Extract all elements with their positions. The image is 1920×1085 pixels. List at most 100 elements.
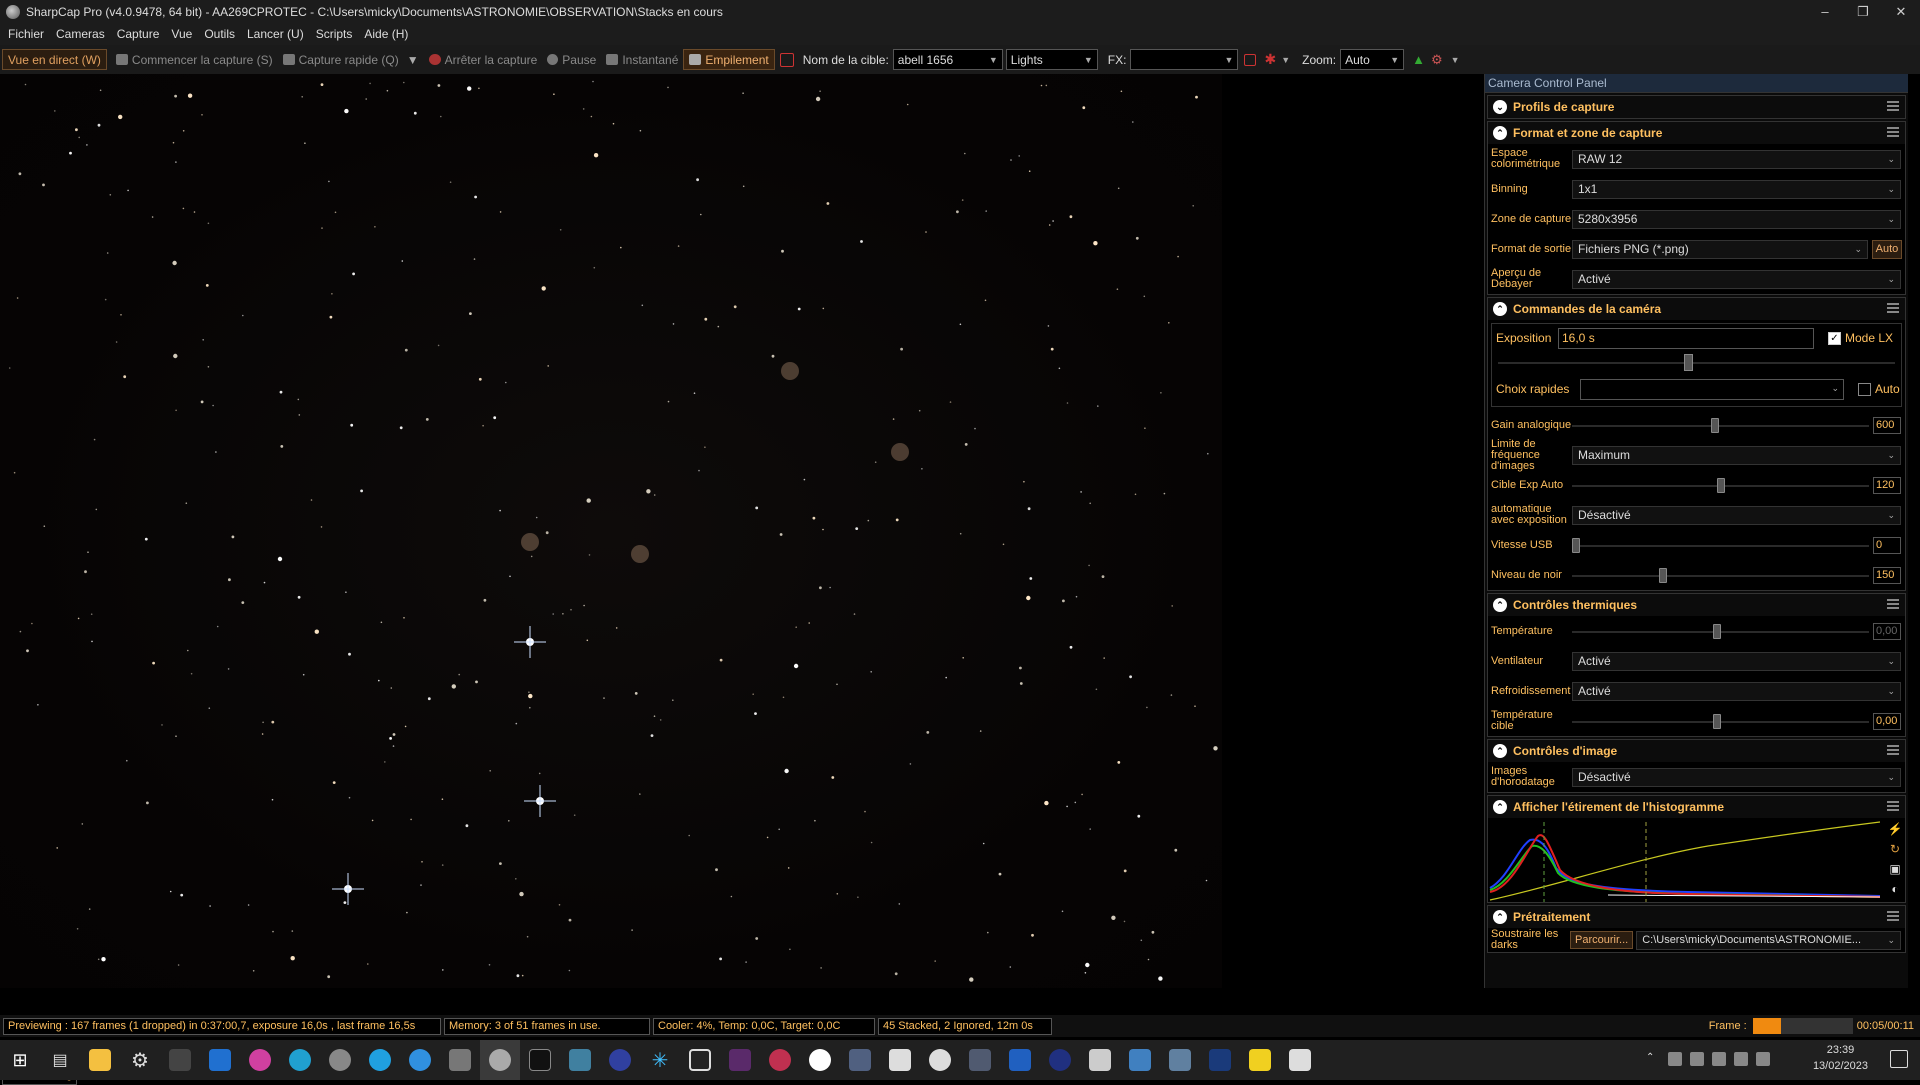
taskbar-app-edge[interactable] — [280, 1040, 320, 1080]
auto-with-exposure-select[interactable]: Désactivé ⌄ — [1572, 505, 1901, 525]
menu-vue[interactable]: Vue — [165, 27, 198, 41]
menu-fichier[interactable]: Fichier — [2, 27, 50, 41]
clock[interactable]: 23:39 13/02/2023 — [1813, 1042, 1868, 1074]
save-icon[interactable]: ▣ — [1887, 862, 1903, 878]
browse-darks-button[interactable]: Parcourir... — [1570, 931, 1634, 949]
menu-icon[interactable] — [1887, 127, 1899, 137]
dark-path-select[interactable]: C:\Users\micky\Documents\ASTRONOMIE... ⌄ — [1636, 930, 1901, 950]
taskbar-app-f[interactable] — [880, 1040, 920, 1080]
lx-mode-checkbox[interactable]: ✓ — [1828, 331, 1841, 345]
start-capture-button[interactable]: Commencer la capture (S) — [111, 49, 278, 70]
gain-slider-thumb[interactable] — [1711, 417, 1719, 433]
black-level-slider[interactable] — [1572, 566, 1869, 585]
taskbar-app-telegram[interactable] — [400, 1040, 440, 1080]
close-icon[interactable]: ✕ — [1882, 0, 1920, 23]
menu-icon[interactable] — [1887, 303, 1899, 313]
taskbar-app-star[interactable]: ✳ — [640, 1040, 680, 1080]
notification-icon[interactable] — [1890, 1050, 1908, 1068]
taskbar-app-person[interactable] — [1120, 1040, 1160, 1080]
exposure-slider[interactable] — [1498, 350, 1895, 376]
target-temperature-slider[interactable] — [1572, 712, 1869, 731]
pause-button[interactable]: Pause — [542, 49, 601, 70]
start-button[interactable]: ⊞ — [0, 1040, 40, 1080]
snapshot-button[interactable]: Instantané — [601, 49, 683, 70]
task-view-button[interactable]: ▤ — [40, 1040, 80, 1080]
gain-value[interactable]: 600 — [1873, 416, 1901, 434]
target-temperature-value[interactable]: 0,00 — [1873, 712, 1901, 730]
output-auto-button[interactable]: Auto — [1872, 239, 1902, 259]
menu-outils[interactable]: Outils — [198, 27, 241, 41]
color-space-select[interactable]: RAW 12 ⌄ — [1572, 149, 1901, 169]
debayer-select[interactable]: Activé ⌄ — [1572, 269, 1901, 289]
taskbar-app-star2[interactable] — [960, 1040, 1000, 1080]
section-header[interactable]: ⌃ Format et zone de capture — [1488, 122, 1905, 144]
menu-lancer[interactable]: Lancer (U) — [241, 27, 310, 41]
contrast-icon[interactable]: ◐ — [1887, 882, 1903, 898]
taskbar-app-stellarium[interactable] — [600, 1040, 640, 1080]
taskbar-app-calc[interactable] — [1280, 1040, 1320, 1080]
menu-icon[interactable] — [1887, 801, 1899, 811]
crosshair-icon[interactable]: ✱ — [1264, 51, 1276, 68]
zoom-combo[interactable]: Auto ▼ — [1340, 49, 1405, 70]
chevron-down-icon[interactable]: ▼ — [1451, 55, 1460, 65]
taskbar-app-scope[interactable] — [440, 1040, 480, 1080]
timestamp-select[interactable]: Désactivé ⌄ — [1572, 767, 1901, 787]
taskbar-app-notes[interactable] — [1240, 1040, 1280, 1080]
minimize-icon[interactable]: – — [1806, 0, 1844, 23]
reticle-icon[interactable] — [1244, 53, 1257, 66]
quick-choice-select[interactable]: ⌄ — [1580, 378, 1844, 400]
taskbar-app-planet[interactable] — [320, 1040, 360, 1080]
taskbar-app-dot[interactable] — [1080, 1040, 1120, 1080]
taskbar-app-asi[interactable] — [520, 1040, 560, 1080]
quick-choice-auto-checkbox[interactable] — [1858, 382, 1871, 396]
taskbar-app-mount[interactable] — [840, 1040, 880, 1080]
taskbar-app-explorer[interactable] — [80, 1040, 120, 1080]
black-level-value[interactable]: 150 — [1873, 566, 1901, 584]
usb-speed-slider[interactable] — [1572, 536, 1869, 555]
network-icon[interactable] — [1734, 1052, 1748, 1066]
taskbar-app-graph[interactable] — [560, 1040, 600, 1080]
target-name-combo[interactable]: abell 1656 ▼ — [892, 49, 1003, 70]
taskbar-app-n[interactable] — [160, 1040, 200, 1080]
restore-icon[interactable]: ❐ — [1844, 0, 1882, 23]
section-header[interactable]: ⌃ Prétraitement — [1488, 906, 1905, 928]
taskbar-app-nasa[interactable] — [1040, 1040, 1080, 1080]
gear-icon[interactable]: ⚙ — [1431, 52, 1443, 68]
chevron-down-icon[interactable]: ▼ — [1281, 55, 1290, 65]
section-header[interactable]: ⌃ Afficher l'étirement de l'histogramme — [1488, 796, 1905, 818]
menu-aide[interactable]: Aide (H) — [358, 27, 414, 41]
usb-speed-slider-thumb[interactable] — [1572, 537, 1580, 553]
taskbar-app-spiral[interactable] — [800, 1040, 840, 1080]
exposure-input[interactable]: 16,0 s — [1558, 327, 1814, 349]
section-header[interactable]: ⌃ Contrôles d'image — [1488, 740, 1905, 762]
taskbar-app-ts[interactable] — [1000, 1040, 1040, 1080]
taskbar-app-blue[interactable] — [1200, 1040, 1240, 1080]
usb-speed-value[interactable]: 0 — [1873, 536, 1901, 554]
black-level-slider-thumb[interactable] — [1659, 567, 1667, 583]
taskbar-app-skype[interactable] — [360, 1040, 400, 1080]
fan-select[interactable]: Activé ⌄ — [1572, 651, 1901, 671]
histogram-view[interactable]: ⚡ ↻ ▣ ◐ — [1488, 818, 1905, 902]
star-field-image[interactable] — [0, 74, 1222, 988]
menu-scripts[interactable]: Scripts — [310, 27, 359, 41]
taskbar-app-slack[interactable] — [720, 1040, 760, 1080]
taskbar-app-cube[interactable] — [1160, 1040, 1200, 1080]
chevron-up-icon[interactable]: ⌃ — [1646, 1052, 1660, 1066]
exposure-slider-thumb[interactable] — [1684, 354, 1693, 371]
reset-icon[interactable]: ↻ — [1887, 842, 1903, 858]
output-format-select[interactable]: Fichiers PNG (*.png) ⌄ — [1572, 239, 1868, 259]
auto-exp-target-value[interactable]: 120 — [1873, 476, 1901, 494]
quick-capture-button[interactable]: Capture rapide (Q) ▼ — [278, 49, 424, 70]
section-header[interactable]: ⌃ Commandes de la caméra — [1488, 298, 1905, 320]
taskbar-app-galaxy[interactable] — [760, 1040, 800, 1080]
binning-select[interactable]: 1x1 ⌄ — [1572, 179, 1901, 199]
menu-icon[interactable] — [1887, 101, 1899, 111]
lightning-icon[interactable]: ⚡ — [1887, 822, 1903, 838]
taskbar-app-mail[interactable] — [200, 1040, 240, 1080]
live-view-button[interactable]: Vue en direct (W) — [2, 49, 107, 70]
menu-icon[interactable] — [1887, 745, 1899, 755]
volume-icon[interactable] — [1756, 1052, 1770, 1066]
menu-icon[interactable] — [1887, 599, 1899, 609]
battery-icon[interactable] — [1712, 1052, 1726, 1066]
taskbar-app-messenger[interactable] — [240, 1040, 280, 1080]
